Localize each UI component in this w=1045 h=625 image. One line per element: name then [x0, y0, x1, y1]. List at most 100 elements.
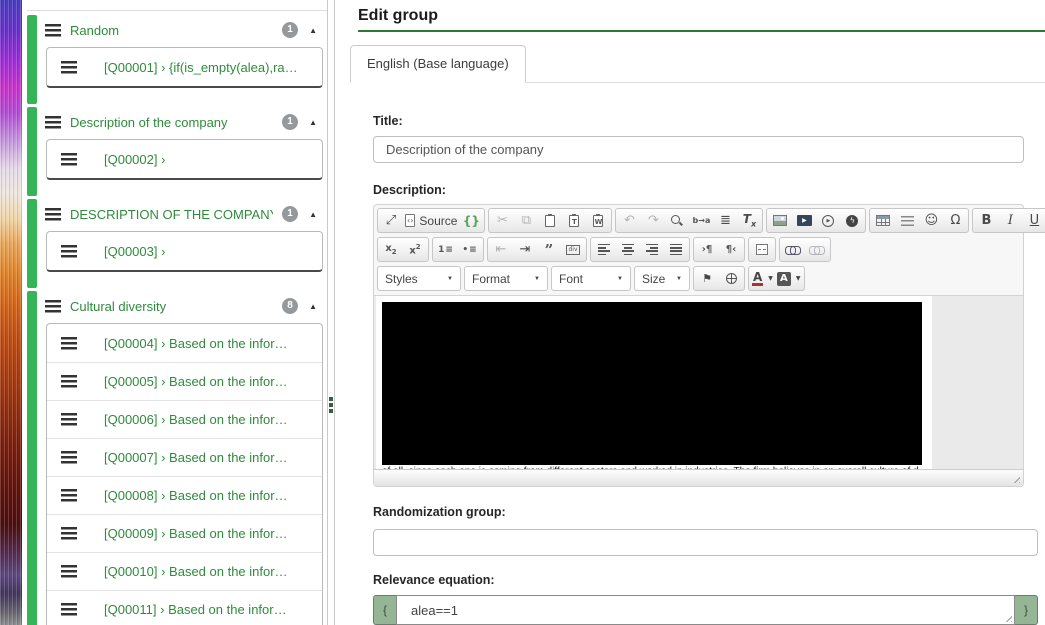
undo-button[interactable]: ↶	[617, 209, 641, 232]
smiley-button[interactable]: ☺	[919, 209, 943, 232]
underline-button[interactable]: U	[1022, 209, 1045, 232]
drag-handle-icon[interactable]	[61, 527, 77, 540]
copy-button[interactable]: ⧉	[514, 209, 538, 232]
styles-dropdown[interactable]: Styles ▼	[377, 266, 461, 291]
drag-handle-icon[interactable]	[61, 413, 77, 426]
unlink-button[interactable]	[805, 238, 829, 261]
text-color-button[interactable]: A ▼	[750, 267, 775, 290]
replace-button[interactable]: b→a	[689, 209, 713, 232]
question-item[interactable]: [Q00009] › Based on the infor…	[47, 514, 322, 552]
drag-handle-icon[interactable]	[61, 489, 77, 502]
bidi-rtl-button[interactable]: ¶‹	[719, 238, 743, 261]
superscript-button[interactable]: x2	[403, 238, 427, 261]
question-item[interactable]: [Q00008] › Based on the infor…	[47, 476, 322, 514]
source-button[interactable]: ‹› Source	[403, 209, 459, 232]
drag-handle-icon[interactable]	[61, 565, 77, 578]
find-button[interactable]	[665, 209, 689, 232]
align-right-button[interactable]	[640, 238, 664, 261]
editor-resize-grip[interactable]	[1011, 474, 1020, 483]
maximize-button[interactable]: ⤢	[379, 209, 403, 232]
indent-button[interactable]: ⇥	[513, 238, 537, 261]
globe-button[interactable]	[719, 267, 743, 290]
paste-button[interactable]	[538, 209, 562, 232]
question-item[interactable]: [Q00002] ›	[47, 140, 322, 178]
align-justify-button[interactable]	[664, 238, 688, 261]
question-item[interactable]: [Q00006] › Based on the infor…	[47, 400, 322, 438]
group-header[interactable]: Random 1 ▲	[37, 15, 327, 45]
numbered-list-button[interactable]: 1≡	[434, 238, 458, 261]
drag-handle-icon[interactable]	[61, 603, 77, 616]
drag-handle-icon[interactable]	[45, 299, 61, 313]
flash-button[interactable]: ϟ	[840, 209, 864, 232]
drag-handle-icon[interactable]	[45, 23, 61, 37]
size-dropdown[interactable]: Size ▼	[634, 266, 690, 291]
group-header[interactable]: Description of the company 1 ▲	[37, 107, 327, 137]
drag-handle-icon[interactable]	[61, 152, 77, 166]
format-dropdown[interactable]: Format ▼	[464, 266, 548, 291]
remove-format-button[interactable]: Tx	[737, 209, 761, 232]
group-title-input[interactable]	[373, 136, 1024, 163]
question-item[interactable]: [Q00011] › Based on the infor…	[47, 590, 322, 625]
page-break-button[interactable]	[750, 238, 774, 261]
group-title[interactable]: DESCRIPTION OF THE COMPANY	[70, 207, 273, 222]
group-header[interactable]: DESCRIPTION OF THE COMPANY 1 ▲	[37, 199, 327, 229]
bulleted-list-button[interactable]: •≡	[458, 238, 482, 261]
blockquote-button[interactable]: ”	[537, 238, 561, 261]
special-char-button[interactable]: Ω	[943, 209, 967, 232]
question-item[interactable]: [Q00007] › Based on the infor…	[47, 438, 322, 476]
select-all-button[interactable]: ≣	[713, 209, 737, 232]
media-player-button[interactable]: ▶	[816, 209, 840, 232]
collapse-arrow-icon[interactable]: ▲	[309, 118, 317, 127]
group-title[interactable]: Description of the company	[70, 115, 273, 130]
background-color-button[interactable]: A ▼	[775, 267, 803, 290]
paste-word-button[interactable]: W	[586, 209, 610, 232]
align-center-button[interactable]	[616, 238, 640, 261]
link-button[interactable]	[781, 238, 805, 261]
editor-content-area[interactable]: of all, since each one is coming from di…	[374, 296, 1023, 469]
flag-button[interactable]: ⚑	[695, 267, 719, 290]
drag-handle-icon[interactable]	[61, 244, 77, 258]
subscript-button[interactable]: x2	[379, 238, 403, 261]
bidi-ltr-icon: ›¶	[701, 244, 713, 255]
drag-handle-icon[interactable]	[61, 60, 77, 74]
bold-button[interactable]: B	[974, 209, 998, 232]
sidebar-resize-handle[interactable]	[329, 397, 333, 415]
tab-english-base-language[interactable]: English (Base language)	[350, 45, 526, 83]
redo-button[interactable]: ↷	[641, 209, 665, 232]
horizontal-rule-button[interactable]	[895, 209, 919, 232]
question-item[interactable]: [Q00003] ›	[47, 232, 322, 270]
drag-handle-icon[interactable]	[61, 375, 77, 388]
question-item[interactable]: [Q00005] › Based on the infor…	[47, 362, 322, 400]
horizontal-rule-icon	[900, 215, 914, 226]
collapse-arrow-icon[interactable]: ▲	[309, 26, 317, 35]
outdent-button[interactable]: ⇤	[489, 238, 513, 261]
group-color-bar	[27, 107, 37, 196]
expression-builder-button[interactable]: {}	[459, 209, 483, 232]
editor-document[interactable]: of all, since each one is coming from di…	[376, 296, 932, 469]
question-item[interactable]: [Q00010] › Based on the infor…	[47, 552, 322, 590]
cut-button[interactable]: ✂	[490, 209, 514, 232]
randomization-group-input[interactable]	[373, 529, 1038, 556]
question-item[interactable]: [Q00001] › {if(is_empty(alea),ra…	[47, 48, 322, 86]
paste-text-button[interactable]: T	[562, 209, 586, 232]
group-header[interactable]: Cultural diversity 8 ▲	[37, 291, 327, 321]
table-button[interactable]	[871, 209, 895, 232]
video-button[interactable]: ▶	[792, 209, 816, 232]
image-button[interactable]	[768, 209, 792, 232]
italic-button[interactable]: I	[998, 209, 1022, 232]
group-title[interactable]: Random	[70, 23, 273, 38]
group-title[interactable]: Cultural diversity	[70, 299, 273, 314]
drag-handle-icon[interactable]	[45, 115, 61, 129]
collapse-arrow-icon[interactable]: ▲	[309, 210, 317, 219]
div-container-button[interactable]: div	[561, 238, 585, 261]
question-item[interactable]: [Q00004] › Based on the infor…	[47, 324, 322, 362]
drag-handle-icon[interactable]	[45, 207, 61, 221]
drag-handle-icon[interactable]	[61, 451, 77, 464]
toolbar-button-group: x2 x2	[377, 237, 429, 262]
relevance-equation-input[interactable]	[396, 595, 1015, 625]
bidi-ltr-button[interactable]: ›¶	[695, 238, 719, 261]
align-left-button[interactable]	[592, 238, 616, 261]
collapse-arrow-icon[interactable]: ▲	[309, 302, 317, 311]
drag-handle-icon[interactable]	[61, 336, 77, 350]
font-dropdown[interactable]: Font ▼	[551, 266, 631, 291]
